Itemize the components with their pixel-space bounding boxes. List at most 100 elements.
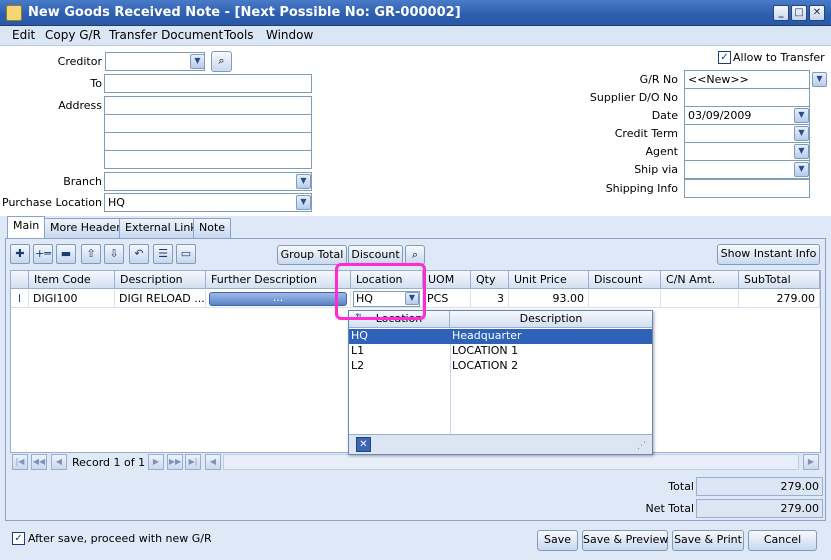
address-line-2[interactable]	[104, 114, 312, 133]
location-lookup-popup: ⇅ Location Description HQ Headquarter L1…	[348, 310, 653, 455]
popup-row-code: L1	[351, 344, 365, 357]
column-header-further-description[interactable]: Further Description	[206, 271, 351, 289]
prev-record-icon[interactable]: ◀	[51, 454, 67, 470]
gr-no-field[interactable]: <<New>>	[684, 70, 810, 89]
cell-subtotal[interactable]: 279.00	[739, 290, 820, 308]
add-row-icon[interactable]: ✚	[10, 244, 30, 264]
tab-strip: Main More Header External Link Note	[0, 216, 831, 238]
after-save-checkbox[interactable]: ✓	[12, 532, 25, 545]
menu-tools[interactable]: Tools	[224, 28, 254, 42]
move-up-icon[interactable]: ⇧	[81, 244, 101, 264]
move-down-icon[interactable]: ⇩	[104, 244, 124, 264]
minimize-button[interactable]: _	[773, 5, 789, 21]
supplier-do-field[interactable]	[684, 88, 810, 107]
popup-row-code: L2	[351, 359, 365, 372]
cell-uom[interactable]: PCS	[423, 290, 471, 308]
allow-transfer-checkbox[interactable]: ✓	[718, 51, 731, 64]
column-header-subtotal[interactable]: SubTotal	[739, 271, 820, 289]
menu-copy-gr[interactable]: Copy G/R	[45, 28, 101, 42]
column-header-cn-amt[interactable]: C/N Amt.	[661, 271, 739, 289]
popup-row[interactable]: L2 LOCATION 2	[349, 359, 652, 374]
tab-external-link[interactable]: External Link	[119, 218, 203, 238]
purchase-location-dropdown-icon[interactable]: ▼	[296, 195, 311, 210]
menu-window[interactable]: Window	[266, 28, 313, 42]
cell-further-description[interactable]: ...	[206, 290, 351, 308]
popup-close-icon[interactable]: ✕	[356, 437, 371, 452]
address-line-3[interactable]	[104, 132, 312, 151]
supplier-do-label: Supplier D/O No	[589, 91, 678, 104]
creditor-search-button[interactable]: ⌕	[211, 51, 232, 72]
agent-field[interactable]	[684, 142, 810, 161]
column-header-discount[interactable]: Discount	[589, 271, 661, 289]
list-view-icon[interactable]: ☰	[153, 244, 173, 264]
credit-term-field[interactable]	[684, 124, 810, 143]
branch-field[interactable]	[104, 172, 312, 191]
agent-dropdown-icon[interactable]: ▼	[794, 144, 809, 159]
gr-no-dropdown-icon[interactable]: ▼	[812, 72, 827, 87]
resize-grip-icon[interactable]: ⋰	[637, 441, 646, 451]
next-record-icon[interactable]: ▶	[148, 454, 164, 470]
shipping-info-field[interactable]	[684, 179, 810, 198]
row-indicator[interactable]: I	[11, 290, 29, 308]
menu-transfer-document[interactable]: Transfer Document	[109, 28, 223, 42]
save-print-button[interactable]: Save & Print	[672, 530, 744, 551]
cell-cn-amt[interactable]	[661, 290, 739, 308]
menu-edit[interactable]: Edit	[12, 28, 35, 42]
creditor-dropdown-icon[interactable]: ▼	[190, 54, 205, 69]
column-header-qty[interactable]: Qty	[471, 271, 509, 289]
close-button[interactable]: ✕	[809, 5, 825, 21]
maximize-button[interactable]: □	[791, 5, 807, 21]
scroll-right-icon[interactable]: ▶	[803, 454, 819, 470]
cell-qty[interactable]: 3	[471, 290, 509, 308]
record-status: Record 1 of 1	[72, 456, 146, 469]
credit-term-dropdown-icon[interactable]: ▼	[794, 126, 809, 141]
cell-discount[interactable]	[589, 290, 661, 308]
detail-view-icon[interactable]: ▭	[176, 244, 196, 264]
address-line-4[interactable]	[104, 150, 312, 169]
cell-description[interactable]: DIGI RELOAD ...	[115, 290, 206, 308]
tab-more-header[interactable]: More Header	[44, 218, 127, 238]
last-record-icon[interactable]: ▶|	[185, 454, 201, 470]
gr-no-label: G/R No	[639, 73, 678, 86]
next-page-icon[interactable]: ▶▶	[167, 454, 183, 470]
cell-item-code[interactable]: DIGI100	[29, 290, 115, 308]
first-record-icon[interactable]: |◀	[12, 454, 28, 470]
popup-header-description[interactable]: Description	[450, 311, 652, 328]
tab-note[interactable]: Note	[193, 218, 232, 238]
undo-icon[interactable]: ↶	[129, 244, 149, 264]
tab-main[interactable]: Main	[7, 216, 46, 238]
branch-dropdown-icon[interactable]: ▼	[296, 174, 311, 189]
horizontal-scrollbar[interactable]	[223, 454, 799, 470]
ship-via-field[interactable]	[684, 160, 810, 179]
further-description-button[interactable]: ...	[209, 292, 347, 306]
address-line-1[interactable]	[104, 96, 312, 115]
to-field[interactable]	[104, 74, 312, 93]
save-preview-button[interactable]: Save & Preview	[582, 530, 668, 551]
popup-row[interactable]: HQ Headquarter	[349, 329, 652, 344]
delete-row-icon[interactable]: ▬	[56, 244, 76, 264]
popup-row[interactable]: L1 LOCATION 1	[349, 344, 652, 359]
column-header-description[interactable]: Description	[115, 271, 206, 289]
prev-page-icon[interactable]: ◀◀	[31, 454, 47, 470]
column-header-item-code[interactable]: Item Code	[29, 271, 115, 289]
popup-row-code: HQ	[351, 329, 368, 342]
window-title: New Goods Received Note - [Next Possible…	[28, 5, 461, 20]
net-total-value: 279.00	[696, 499, 823, 518]
date-dropdown-icon[interactable]: ▼	[794, 108, 809, 123]
insert-row-icon[interactable]: +═	[33, 244, 53, 264]
show-instant-info-button[interactable]: Show Instant Info	[717, 244, 820, 265]
date-label: Date	[651, 109, 678, 122]
date-field[interactable]: 03/09/2009	[684, 106, 810, 125]
purchase-location-field[interactable]: HQ	[104, 193, 312, 212]
column-header-unit-price[interactable]: Unit Price	[509, 271, 589, 289]
ship-via-dropdown-icon[interactable]: ▼	[794, 162, 809, 177]
scroll-left-icon[interactable]: ◀	[205, 454, 221, 470]
discount-button[interactable]: Discount	[348, 245, 403, 265]
column-header-uom[interactable]: UOM	[423, 271, 471, 289]
save-button[interactable]: Save	[537, 530, 578, 551]
cell-unit-price[interactable]: 93.00	[509, 290, 589, 308]
app-icon	[6, 5, 22, 21]
cancel-button[interactable]: Cancel	[748, 530, 817, 551]
discount-search-button[interactable]: ⌕	[405, 245, 425, 265]
group-total-button[interactable]: Group Total	[277, 245, 347, 265]
